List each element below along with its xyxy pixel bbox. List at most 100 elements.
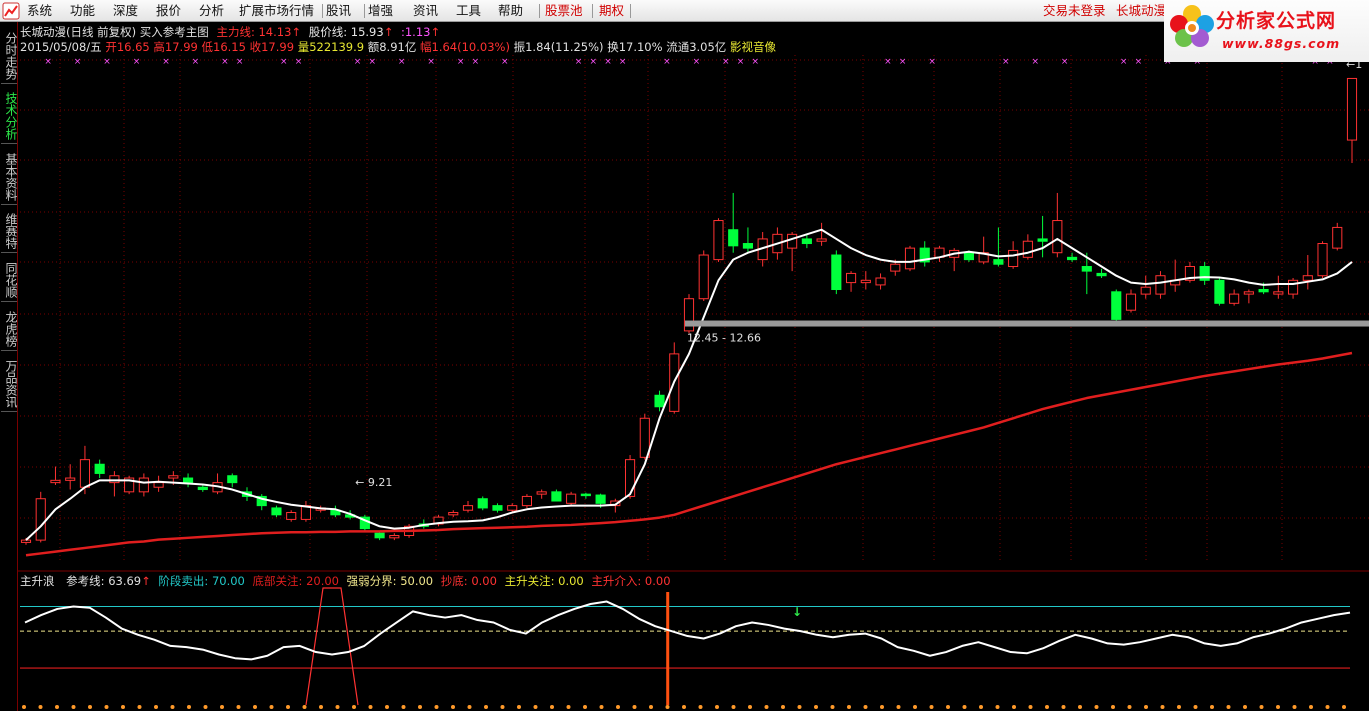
- candle: [1155, 271, 1166, 299]
- candle-body: [654, 394, 665, 408]
- open-label: 开: [105, 40, 117, 54]
- candle: [978, 236, 989, 265]
- tab-fundamentals[interactable]: 基本资料: [1, 149, 18, 205]
- candle-body: [1229, 293, 1240, 304]
- candle: [389, 533, 400, 541]
- menu-item-enhanced[interactable]: 增强: [368, 0, 393, 22]
- signal-marker: ×: [1120, 57, 1128, 67]
- candle: [757, 232, 768, 267]
- candle: [35, 491, 46, 543]
- candle: [787, 232, 798, 272]
- bottom-dot: [830, 705, 835, 709]
- menu-item-analysis[interactable]: 分析: [199, 0, 224, 22]
- candle-body: [1243, 291, 1254, 295]
- candle: [477, 496, 488, 511]
- volume-value: 522139.9: [309, 40, 365, 54]
- candle: [521, 494, 533, 508]
- login-status[interactable]: 交易未登录: [1043, 0, 1106, 22]
- candle: [1111, 289, 1122, 327]
- candle: [138, 473, 149, 497]
- menu-item-news[interactable]: 资讯: [413, 0, 438, 22]
- candle-body: [1081, 266, 1092, 272]
- menu-item-tools[interactable]: 工具: [456, 0, 481, 22]
- candle-body: [860, 279, 871, 284]
- bottom-dot: [187, 705, 191, 709]
- menu-item-quote[interactable]: 报价: [156, 0, 181, 22]
- signal-marker: ×: [398, 57, 406, 67]
- candle-body: [845, 272, 857, 284]
- signal-marker: ×: [899, 57, 907, 67]
- candle: [315, 505, 326, 513]
- tab-intraday[interactable]: 分时走势: [1, 28, 18, 84]
- candle-body: [1302, 275, 1313, 281]
- candle-body: [742, 243, 754, 249]
- reference-line: [24, 600, 1351, 661]
- candle-body: [993, 259, 1004, 265]
- menu-item-depth[interactable]: 深度: [113, 0, 138, 22]
- candle: [20, 537, 32, 545]
- bottom-dot: [550, 705, 554, 709]
- menu-item-stock-pool[interactable]: 股票池: [545, 0, 583, 22]
- candle: [1066, 252, 1078, 262]
- candle: [197, 484, 208, 492]
- signal-marker: ×: [44, 57, 52, 67]
- candle-body: [683, 298, 695, 332]
- bottom-dot: [1342, 705, 1346, 709]
- diff-value: :1.13: [400, 25, 431, 39]
- menu-item-help[interactable]: 帮助: [498, 0, 523, 22]
- down-arrow-icon: ↓: [792, 605, 802, 619]
- candle: [345, 510, 356, 520]
- bottom-dot: [698, 705, 703, 709]
- menu-item-extended-market[interactable]: 扩展市场行情: [239, 0, 314, 22]
- candle: [124, 475, 135, 495]
- candle: [1125, 289, 1137, 313]
- candle-body: [728, 229, 739, 247]
- divide-value: 50.00: [400, 574, 434, 588]
- candle: [831, 250, 842, 295]
- candle: [1052, 192, 1063, 258]
- quote-date: 2015/05/08/五: [20, 40, 102, 54]
- candle-body: [698, 254, 709, 300]
- candle: [271, 505, 282, 518]
- menu-item-stock-news[interactable]: 股讯: [326, 0, 351, 22]
- bottom-dot: [286, 705, 290, 709]
- tab-tonghuashun[interactable]: 同花顺: [1, 258, 18, 302]
- bottom-dot: [467, 705, 472, 709]
- menu-item-function[interactable]: 功能: [70, 0, 95, 22]
- stock-chart[interactable]: × × × × × × × × × × × × × × × × × × × × × × × × × × × × × × × × × × × × × × ↓…: [0, 0, 1369, 711]
- bottom-dot: [434, 705, 439, 709]
- candle-body: [978, 252, 989, 263]
- signal-marker: ×: [103, 57, 111, 67]
- candle: [713, 218, 724, 262]
- menu-item-system[interactable]: 系统: [27, 0, 52, 22]
- signal-marker: ×: [663, 57, 671, 67]
- candle: [182, 473, 194, 488]
- bottom-dot: [352, 705, 356, 709]
- tab-weisaite[interactable]: 维赛特: [1, 209, 18, 253]
- candle-body: [138, 477, 149, 493]
- menu-item-options[interactable]: 期权: [599, 0, 624, 22]
- bottom-dot: [1028, 705, 1033, 709]
- candle: [639, 413, 650, 460]
- candle-body: [551, 491, 562, 502]
- up-arrow-icon: ↑: [291, 25, 302, 39]
- candle-body: [477, 498, 488, 509]
- candle-body: [639, 417, 650, 458]
- candle-body: [374, 532, 385, 539]
- candle: [1170, 259, 1181, 292]
- signal-marker: ×: [221, 57, 229, 67]
- amount-value: 8.91亿: [379, 40, 417, 54]
- candle-body: [787, 233, 798, 249]
- candle-body: [1332, 226, 1343, 249]
- indicator-header: 主升浪 参考线: 63.69↑ 阶段卖出: 70.00 底部关注: 20.00 …: [20, 573, 671, 589]
- tab-dragon-tiger[interactable]: 龙虎榜: [1, 307, 18, 351]
- tab-technical-analysis[interactable]: 技术分析: [1, 88, 18, 144]
- bottom-dot: [583, 705, 587, 709]
- candle: [742, 227, 754, 253]
- float-value: 3.05亿: [689, 40, 727, 54]
- left-tab-bar: 分时走势 技术分析 基本资料 维赛特 同花顺 龙虎榜 万品资讯: [0, 22, 18, 711]
- bottom-dot: [616, 705, 620, 709]
- candle-body: [359, 516, 370, 530]
- bottom-dot: [1292, 705, 1297, 709]
- tab-wanpin-news[interactable]: 万品资讯: [1, 356, 18, 412]
